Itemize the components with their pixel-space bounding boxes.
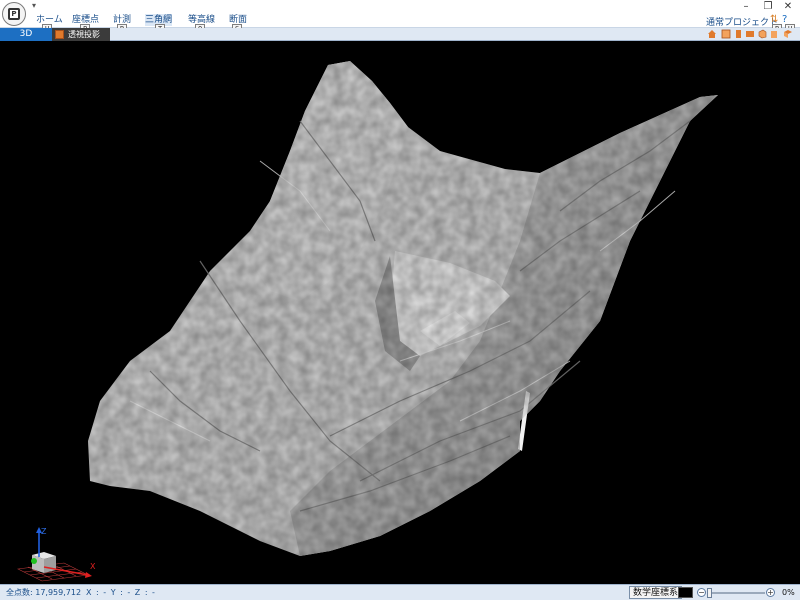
home-icon[interactable]	[707, 29, 717, 39]
perspective-icon	[55, 30, 64, 39]
view-cube-icon[interactable]	[757, 29, 767, 39]
view-back-icon[interactable]	[769, 29, 779, 39]
background-color-swatch[interactable]	[678, 587, 693, 598]
tab-3d-view[interactable]: 3D	[0, 28, 52, 41]
document-tab-bar: 3D 透視投影	[0, 28, 800, 41]
app-logo-icon[interactable]: P	[2, 2, 26, 26]
zoom-slider-thumb[interactable]	[707, 588, 712, 598]
zoom-percent: 0%	[782, 588, 795, 597]
status-bar: 全点数: 17,959,712 X : - Y : - Z : - 数学座標系 …	[0, 584, 800, 600]
gizmo-y-axis	[31, 558, 37, 564]
3d-viewport[interactable]: Z X	[0, 41, 800, 584]
zoom-slider-track[interactable]	[709, 592, 765, 594]
close-button[interactable]: ✕	[778, 0, 798, 14]
view-iso-icon[interactable]	[783, 29, 793, 39]
restore-button[interactable]: ❐	[758, 0, 778, 14]
gizmo-z-label: Z	[41, 527, 47, 536]
terrain-texture	[88, 61, 718, 556]
zoom-in-button[interactable]: +	[766, 588, 775, 597]
gizmo-x-arrow	[85, 572, 92, 578]
gizmo-x-label: X	[90, 562, 96, 571]
terrain-mesh[interactable]	[0, 41, 800, 584]
minimize-button[interactable]: –	[736, 0, 756, 14]
title-ribbon-bar: P ▾ ホーム H 座標点 P 計測 R 三角網 T 等高線 O 断面 S – …	[0, 0, 800, 34]
zoom-out-button[interactable]: −	[697, 588, 706, 597]
view-front-icon[interactable]	[721, 29, 731, 39]
coordinate-system-button[interactable]: 数学座標系	[629, 586, 683, 599]
app-window: P ▾ ホーム H 座標点 P 計測 R 三角網 T 等高線 O 断面 S – …	[0, 0, 800, 600]
quick-access-pin-icon[interactable]: ▾	[32, 1, 36, 10]
point-count: 全点数: 17,959,712	[6, 588, 82, 597]
view-top-icon[interactable]	[745, 29, 755, 39]
axis-gizmo[interactable]: Z X	[14, 525, 100, 584]
cursor-coordinates: X : - Y : - Z : -	[86, 588, 156, 597]
tab-perspective-label: 透視投影	[68, 30, 100, 39]
view-side-icon[interactable]	[733, 29, 743, 39]
tab-perspective[interactable]: 透視投影	[52, 28, 110, 41]
project-name[interactable]: 通常プロジェクト	[706, 15, 778, 28]
